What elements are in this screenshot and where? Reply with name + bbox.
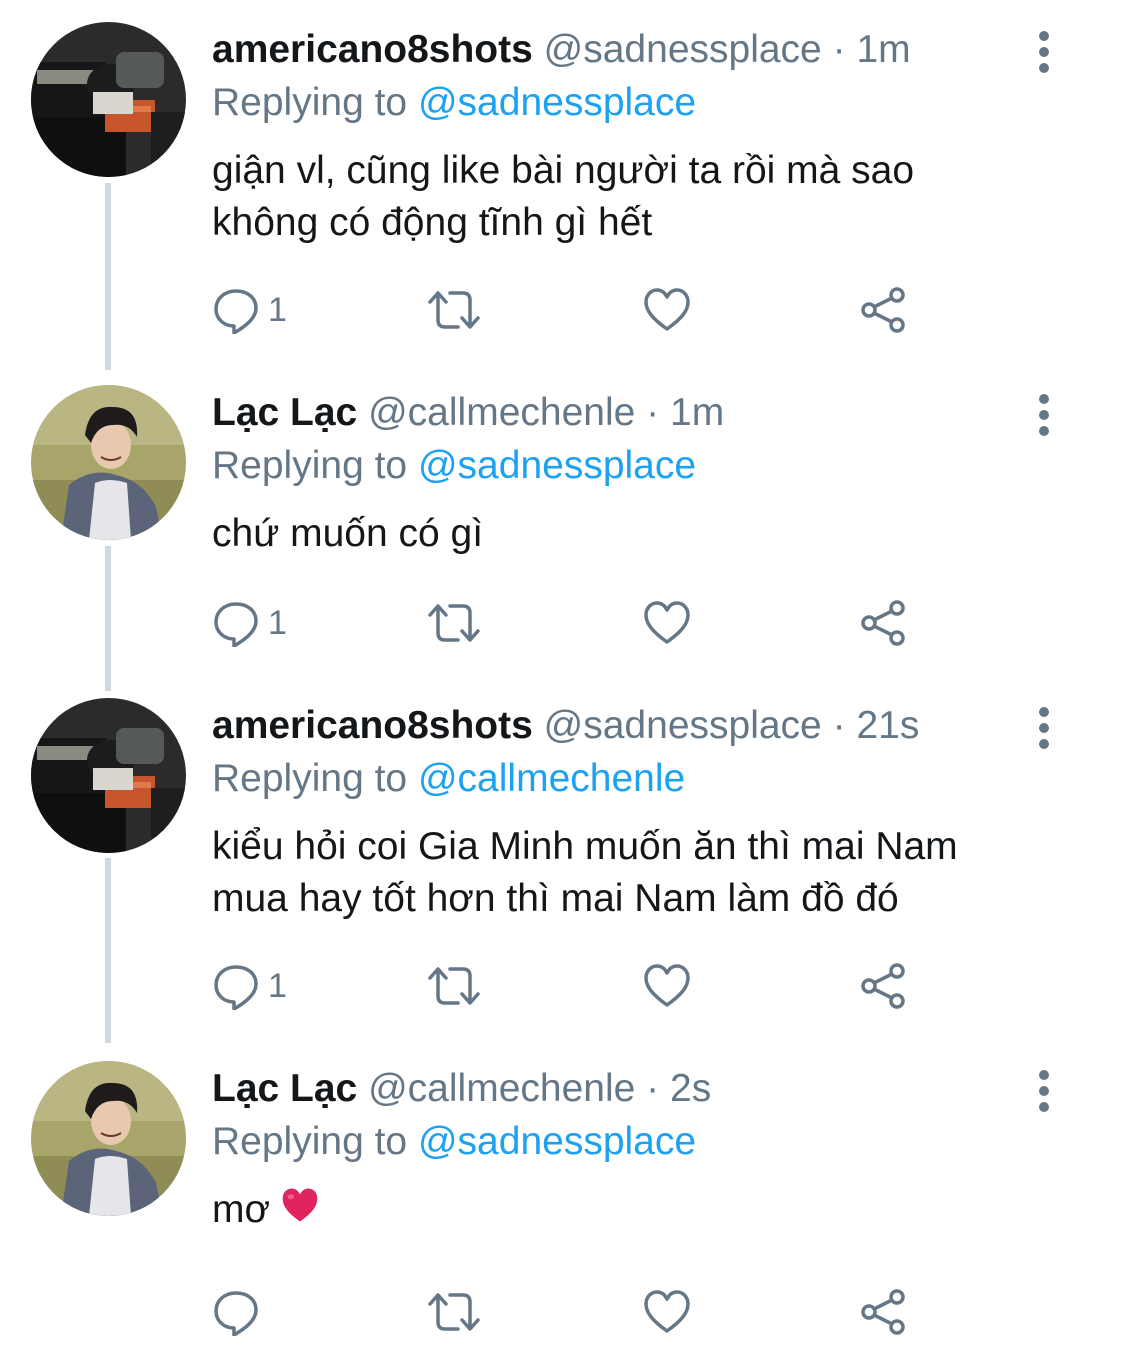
tweet-header: Lạc Lạc @callmechenle · 2s <box>212 1063 711 1115</box>
tweet-text: mơ <box>212 1184 1082 1238</box>
replying-to: Replying to @sadnessplace <box>212 440 696 492</box>
tweet-text-line: giận vl, cũng like bài người ta rồi mà s… <box>212 149 915 192</box>
mention-link[interactable]: @sadnessplace <box>418 81 696 124</box>
reply-button[interactable]: 1 <box>212 285 287 335</box>
reply-icon <box>212 1288 260 1336</box>
tweet[interactable]: americano8shots @sadnessplace · 1m Reply… <box>0 22 1125 352</box>
like-icon <box>643 599 691 647</box>
avatar[interactable] <box>31 385 186 540</box>
retweet-button[interactable] <box>425 1287 483 1337</box>
share-button[interactable] <box>859 285 907 335</box>
reply-button[interactable] <box>212 1287 268 1337</box>
display-name[interactable]: americano8shots <box>212 704 533 747</box>
like-button[interactable] <box>643 961 691 1011</box>
like-icon <box>643 1288 691 1336</box>
user-handle[interactable]: @callmechenle <box>368 391 635 434</box>
like-icon <box>643 286 691 334</box>
tweet[interactable]: Lạc Lạc @callmechenle · 2s Replying to @… <box>0 1061 1125 1351</box>
timestamp[interactable]: 1m <box>856 28 910 71</box>
share-icon <box>859 1288 907 1336</box>
more-options-icon[interactable] <box>1030 1069 1058 1113</box>
retweet-icon <box>425 962 483 1010</box>
user-handle[interactable]: @callmechenle <box>368 1067 635 1110</box>
tweet-text-line: kiểu hỏi coi Gia Minh muốn ăn thì mai Na… <box>212 825 958 868</box>
tweet-text-word: mơ <box>212 1188 271 1231</box>
like-button[interactable] <box>643 285 691 335</box>
retweet-icon <box>425 1288 483 1336</box>
action-bar: 1 <box>212 598 912 648</box>
action-bar: 1 <box>212 961 912 1011</box>
reply-count: 1 <box>268 603 287 642</box>
tweet-text-line: chứ muốn có gì <box>212 512 484 555</box>
red-heart-emoji <box>280 1186 320 1238</box>
share-button[interactable] <box>859 1287 907 1337</box>
timestamp[interactable]: 21s <box>856 704 919 747</box>
retweet-icon <box>425 286 483 334</box>
reply-icon <box>212 599 260 647</box>
reply-button[interactable]: 1 <box>212 961 287 1011</box>
tweet-text-line: mua hay tốt hơn thì mai Nam làm đồ đó <box>212 877 899 920</box>
reply-icon <box>212 286 260 334</box>
share-icon <box>859 599 907 647</box>
tweet-text: kiểu hỏi coi Gia Minh muốn ăn thì mai Na… <box>212 821 1082 925</box>
display-name[interactable]: Lạc Lạc <box>212 1067 357 1110</box>
more-options-icon[interactable] <box>1030 393 1058 437</box>
tweet-text-line: không có động tĩnh gì hết <box>212 201 653 244</box>
share-button[interactable] <box>859 598 907 648</box>
user-handle[interactable]: @sadnessplace <box>544 28 822 71</box>
timestamp[interactable]: 2s <box>670 1067 711 1110</box>
avatar[interactable] <box>31 698 186 853</box>
tweet[interactable]: Lạc Lạc @callmechenle · 1m Replying to @… <box>0 385 1125 675</box>
tweet-text: chứ muốn có gì <box>212 508 1082 560</box>
reply-button[interactable]: 1 <box>212 598 287 648</box>
like-button[interactable] <box>643 1287 691 1337</box>
like-button[interactable] <box>643 598 691 648</box>
separator-dot: · <box>646 1067 660 1110</box>
retweet-button[interactable] <box>425 598 483 648</box>
share-button[interactable] <box>859 961 907 1011</box>
timestamp[interactable]: 1m <box>670 391 724 434</box>
separator-dot: · <box>832 704 846 747</box>
retweet-icon <box>425 599 483 647</box>
tweet-header: Lạc Lạc @callmechenle · 1m <box>212 387 724 439</box>
separator-dot: · <box>646 391 660 434</box>
retweet-button[interactable] <box>425 961 483 1011</box>
tweet-text: giận vl, cũng like bài người ta rồi mà s… <box>212 145 1082 249</box>
display-name[interactable]: americano8shots <box>212 28 533 71</box>
replying-to: Replying to @callmechenle <box>212 753 685 805</box>
more-options-icon[interactable] <box>1030 706 1058 750</box>
share-icon <box>859 286 907 334</box>
mention-link[interactable]: @callmechenle <box>418 757 685 800</box>
avatar[interactable] <box>31 22 186 177</box>
reply-count: 1 <box>268 290 287 329</box>
action-bar: 1 <box>212 285 912 335</box>
replying-label: Replying to <box>212 757 408 800</box>
retweet-button[interactable] <box>425 285 483 335</box>
more-options-icon[interactable] <box>1030 30 1058 74</box>
replying-label: Replying to <box>212 1120 408 1163</box>
replying-label: Replying to <box>212 81 408 124</box>
mention-link[interactable]: @sadnessplace <box>418 444 696 487</box>
separator-dot: · <box>832 28 846 71</box>
mention-link[interactable]: @sadnessplace <box>418 1120 696 1163</box>
replying-label: Replying to <box>212 444 408 487</box>
share-icon <box>859 962 907 1010</box>
like-icon <box>643 962 691 1010</box>
reply-count: 1 <box>268 966 287 1005</box>
tweet-header: americano8shots @sadnessplace · 1m <box>212 24 911 76</box>
replying-to: Replying to @sadnessplace <box>212 1116 696 1168</box>
reply-icon <box>212 962 260 1010</box>
tweet-text-line: mơ <box>212 1184 1082 1238</box>
action-bar <box>212 1287 912 1337</box>
tweet[interactable]: americano8shots @sadnessplace · 21s Repl… <box>0 698 1125 1028</box>
display-name[interactable]: Lạc Lạc <box>212 391 357 434</box>
avatar[interactable] <box>31 1061 186 1216</box>
user-handle[interactable]: @sadnessplace <box>544 704 822 747</box>
tweet-header: americano8shots @sadnessplace · 21s <box>212 700 919 752</box>
replying-to: Replying to @sadnessplace <box>212 77 696 129</box>
